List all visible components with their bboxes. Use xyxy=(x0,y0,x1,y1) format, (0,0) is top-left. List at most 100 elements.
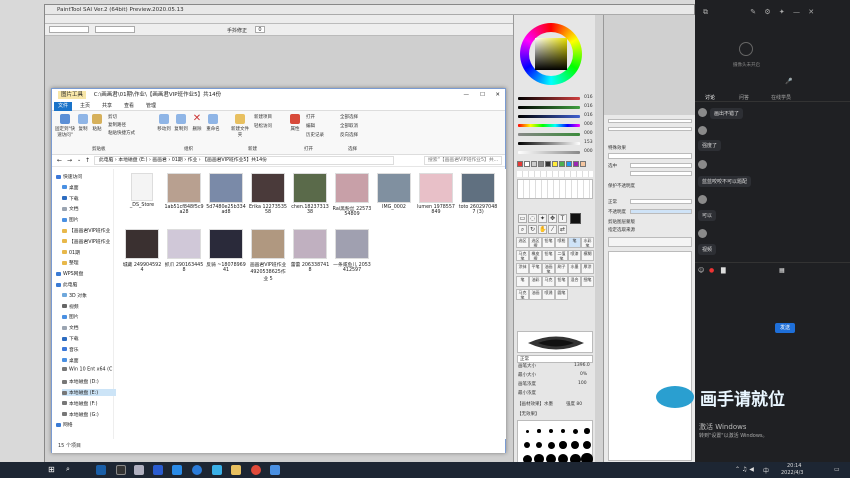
texture-label[interactable]: 【画材效果】水墨 xyxy=(517,401,553,407)
effect-field[interactable] xyxy=(608,153,692,159)
brush-preset[interactable]: 水彩笔 xyxy=(581,237,594,248)
sidebar-item[interactable]: 【画画君VIP班作业 xyxy=(62,238,110,245)
blend-dropdown[interactable] xyxy=(630,199,692,204)
slider-a[interactable] xyxy=(518,151,580,154)
tab-file[interactable]: 文件 xyxy=(54,102,73,111)
brush-preset[interactable]: 平笔 xyxy=(529,263,542,274)
opacity-slider[interactable] xyxy=(630,209,692,214)
brush-preset[interactable]: 喷漆 xyxy=(568,250,581,261)
swatch[interactable] xyxy=(580,161,586,167)
swatch[interactable] xyxy=(552,161,558,167)
brush-size-dot[interactable] xyxy=(535,441,543,449)
rename-button[interactable]: 重命名 xyxy=(205,114,221,132)
stabilizer-value[interactable]: 0 xyxy=(255,26,265,33)
app-chat-icon[interactable] xyxy=(212,465,222,475)
brush-preset[interactable]: 铅笔 xyxy=(542,237,555,248)
forward-icon[interactable]: → xyxy=(67,157,72,164)
file-item[interactable]: IMG_0002 xyxy=(374,173,414,210)
brush-size-dot[interactable] xyxy=(559,441,567,449)
move-to-button[interactable]: 移动到 xyxy=(156,114,172,132)
lasso-icon[interactable]: ◌ xyxy=(528,214,537,223)
tab-share[interactable]: 共享 xyxy=(98,102,116,111)
swatch[interactable] xyxy=(524,161,530,167)
file-item[interactable]: 反骑 ~1807896941 xyxy=(206,229,246,273)
sidebar-item[interactable]: 桌面 xyxy=(62,184,79,191)
edit-button[interactable]: 编辑 xyxy=(306,123,315,129)
brush-preset[interactable]: 厚涂 xyxy=(581,263,594,274)
sidebar-item[interactable]: 桌面 xyxy=(62,357,79,364)
brush-preset[interactable]: 马克笔 xyxy=(516,289,529,300)
special-effects-header[interactable]: 特殊效果 xyxy=(608,145,626,151)
select-field[interactable] xyxy=(630,163,692,168)
sidebar-item[interactable]: 下载 xyxy=(62,195,79,202)
swatch[interactable] xyxy=(573,161,579,167)
emoji-icon[interactable]: ☺ xyxy=(698,267,704,274)
sidebar-item[interactable]: 本地磁盘 (D:) xyxy=(62,378,99,385)
brush-preset[interactable]: 油画 xyxy=(529,289,542,300)
history-button[interactable]: 历史记录 xyxy=(306,132,324,138)
rotate-icon[interactable]: ↻ xyxy=(528,225,537,234)
color-square[interactable] xyxy=(535,38,567,70)
brush-size-dot[interactable] xyxy=(560,428,566,434)
brush-size-dot[interactable] xyxy=(537,429,541,433)
paste-button[interactable]: 粘贴 xyxy=(91,114,103,132)
sidebar-item[interactable]: Win 10 Ent x64 (C xyxy=(62,367,112,373)
open-button[interactable]: 打开 xyxy=(306,114,315,120)
ime-indicator[interactable]: 中 xyxy=(763,466,769,475)
file-item[interactable]: toto 2602970487 (3) xyxy=(458,173,498,215)
tab-qa[interactable]: 问答 xyxy=(739,94,749,101)
brush-preset[interactable]: 笔 xyxy=(568,237,581,248)
close-chat-icon[interactable]: ✕ xyxy=(808,8,814,16)
sidebar-item[interactable]: 本地磁盘 (F:) xyxy=(62,400,97,407)
brush-size-dot[interactable] xyxy=(571,441,579,449)
tab-home[interactable]: 主页 xyxy=(76,102,94,111)
layer-list[interactable] xyxy=(608,251,692,461)
clock-time[interactable]: 20:14 xyxy=(787,463,801,469)
grid-icon[interactable]: ▦ xyxy=(779,267,785,274)
app-browser-icon[interactable] xyxy=(192,465,202,475)
reference-checkbox[interactable]: 指定选取来源 xyxy=(608,227,635,233)
invert-selection-button[interactable]: 反向选择 xyxy=(340,132,358,138)
slider-g[interactable] xyxy=(518,106,580,109)
paste-shortcut-button[interactable]: 粘贴快捷方式 xyxy=(108,130,135,136)
maximize-icon[interactable]: ☐ xyxy=(480,89,485,102)
file-item[interactable]: 一条咸鱼儿 2053412597 xyxy=(332,229,372,273)
sidebar-item[interactable]: 图片 xyxy=(62,313,79,320)
zoom-icon[interactable]: ⌕ xyxy=(518,225,527,234)
clock-date[interactable]: 2022/4/3 xyxy=(781,470,803,476)
easy-access-button[interactable]: 轻松访问 xyxy=(254,123,272,129)
sidebar-item[interactable]: 【画画君VIP班作业 xyxy=(62,227,110,234)
gift-icon[interactable]: ● xyxy=(709,267,714,274)
file-item[interactable]: 蕾蕾 2063387418 xyxy=(290,229,330,273)
delete-button[interactable]: ✕ 删除 xyxy=(191,114,203,133)
brush-size-dot[interactable] xyxy=(572,428,578,434)
explorer-tools-tab[interactable]: 图片工具 xyxy=(58,91,87,99)
sidebar-item[interactable]: 下载 xyxy=(62,335,79,342)
file-item[interactable]: 5d7480e25b334ad8 xyxy=(206,173,246,215)
brush-preset[interactable]: 铅笔 xyxy=(555,276,568,287)
slider-s[interactable] xyxy=(518,133,580,136)
app-sai-icon[interactable] xyxy=(270,465,280,475)
sidebar-item[interactable]: 网络 xyxy=(56,421,73,428)
settings-icon[interactable]: ⚙ xyxy=(764,8,770,16)
brush-preset[interactable]: 橡皮擦 xyxy=(529,250,542,261)
brush-preset[interactable]: 马克 xyxy=(542,276,555,287)
brush-preset[interactable]: 喷溅 xyxy=(542,289,555,300)
select-all-button[interactable]: 全部选择 xyxy=(340,114,358,120)
brush-size-dot[interactable] xyxy=(582,440,592,450)
brush-size-dot[interactable] xyxy=(525,429,529,433)
rotation-field[interactable] xyxy=(95,26,135,33)
hand-icon[interactable]: ✋ xyxy=(538,225,547,234)
brush-size-value[interactable]: 1396.0 xyxy=(574,363,590,368)
slider-v[interactable] xyxy=(518,142,580,145)
file-item[interactable]: chen.1823731338 xyxy=(290,173,330,215)
brush-preset[interactable]: 混合 xyxy=(568,276,581,287)
sidebar-item[interactable]: 3D 对象 xyxy=(62,292,87,299)
app-paint-icon[interactable] xyxy=(134,465,144,475)
minimize-icon[interactable]: — xyxy=(464,89,470,102)
file-item[interactable]: Erika 1227353558 xyxy=(248,173,288,215)
brush-size-presets[interactable] xyxy=(517,420,593,465)
copy-path-button[interactable]: 复制路径 xyxy=(108,122,126,128)
send-button[interactable]: 发送 xyxy=(775,323,795,333)
new-item-button[interactable]: 新建项目 xyxy=(254,114,272,120)
